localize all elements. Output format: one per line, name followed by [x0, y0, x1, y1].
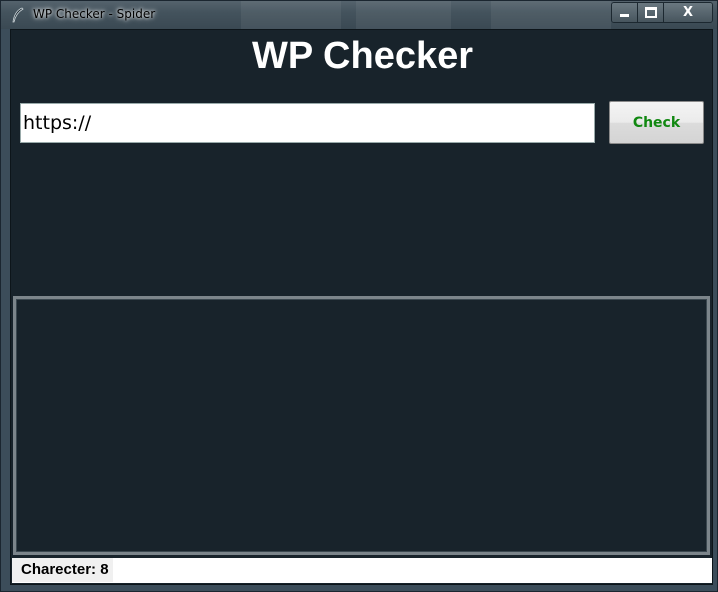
window-title: WP Checker - Spider	[33, 7, 156, 21]
maximize-button[interactable]	[638, 3, 664, 22]
window-controls: X	[611, 2, 713, 23]
title-bar[interactable]: WP Checker - Spider X	[1, 1, 717, 29]
close-icon: X	[682, 5, 694, 20]
character-count-label: Charecter: 8	[12, 558, 113, 582]
check-button[interactable]: Check	[609, 101, 704, 144]
minimize-button[interactable]	[612, 3, 638, 22]
status-bar: Charecter: 8	[12, 558, 712, 583]
page-title: WP Checker	[251, 35, 474, 77]
client-area: WP Checker Check Charecter: 8	[10, 29, 713, 585]
minimize-icon	[620, 14, 629, 17]
app-window: WP Checker - Spider X WP Checker Check C…	[0, 0, 718, 592]
maximize-icon	[644, 7, 657, 18]
feather-icon	[12, 7, 24, 23]
close-button[interactable]: X	[664, 3, 712, 22]
output-text-area[interactable]	[13, 296, 710, 555]
url-input[interactable]	[20, 103, 595, 143]
